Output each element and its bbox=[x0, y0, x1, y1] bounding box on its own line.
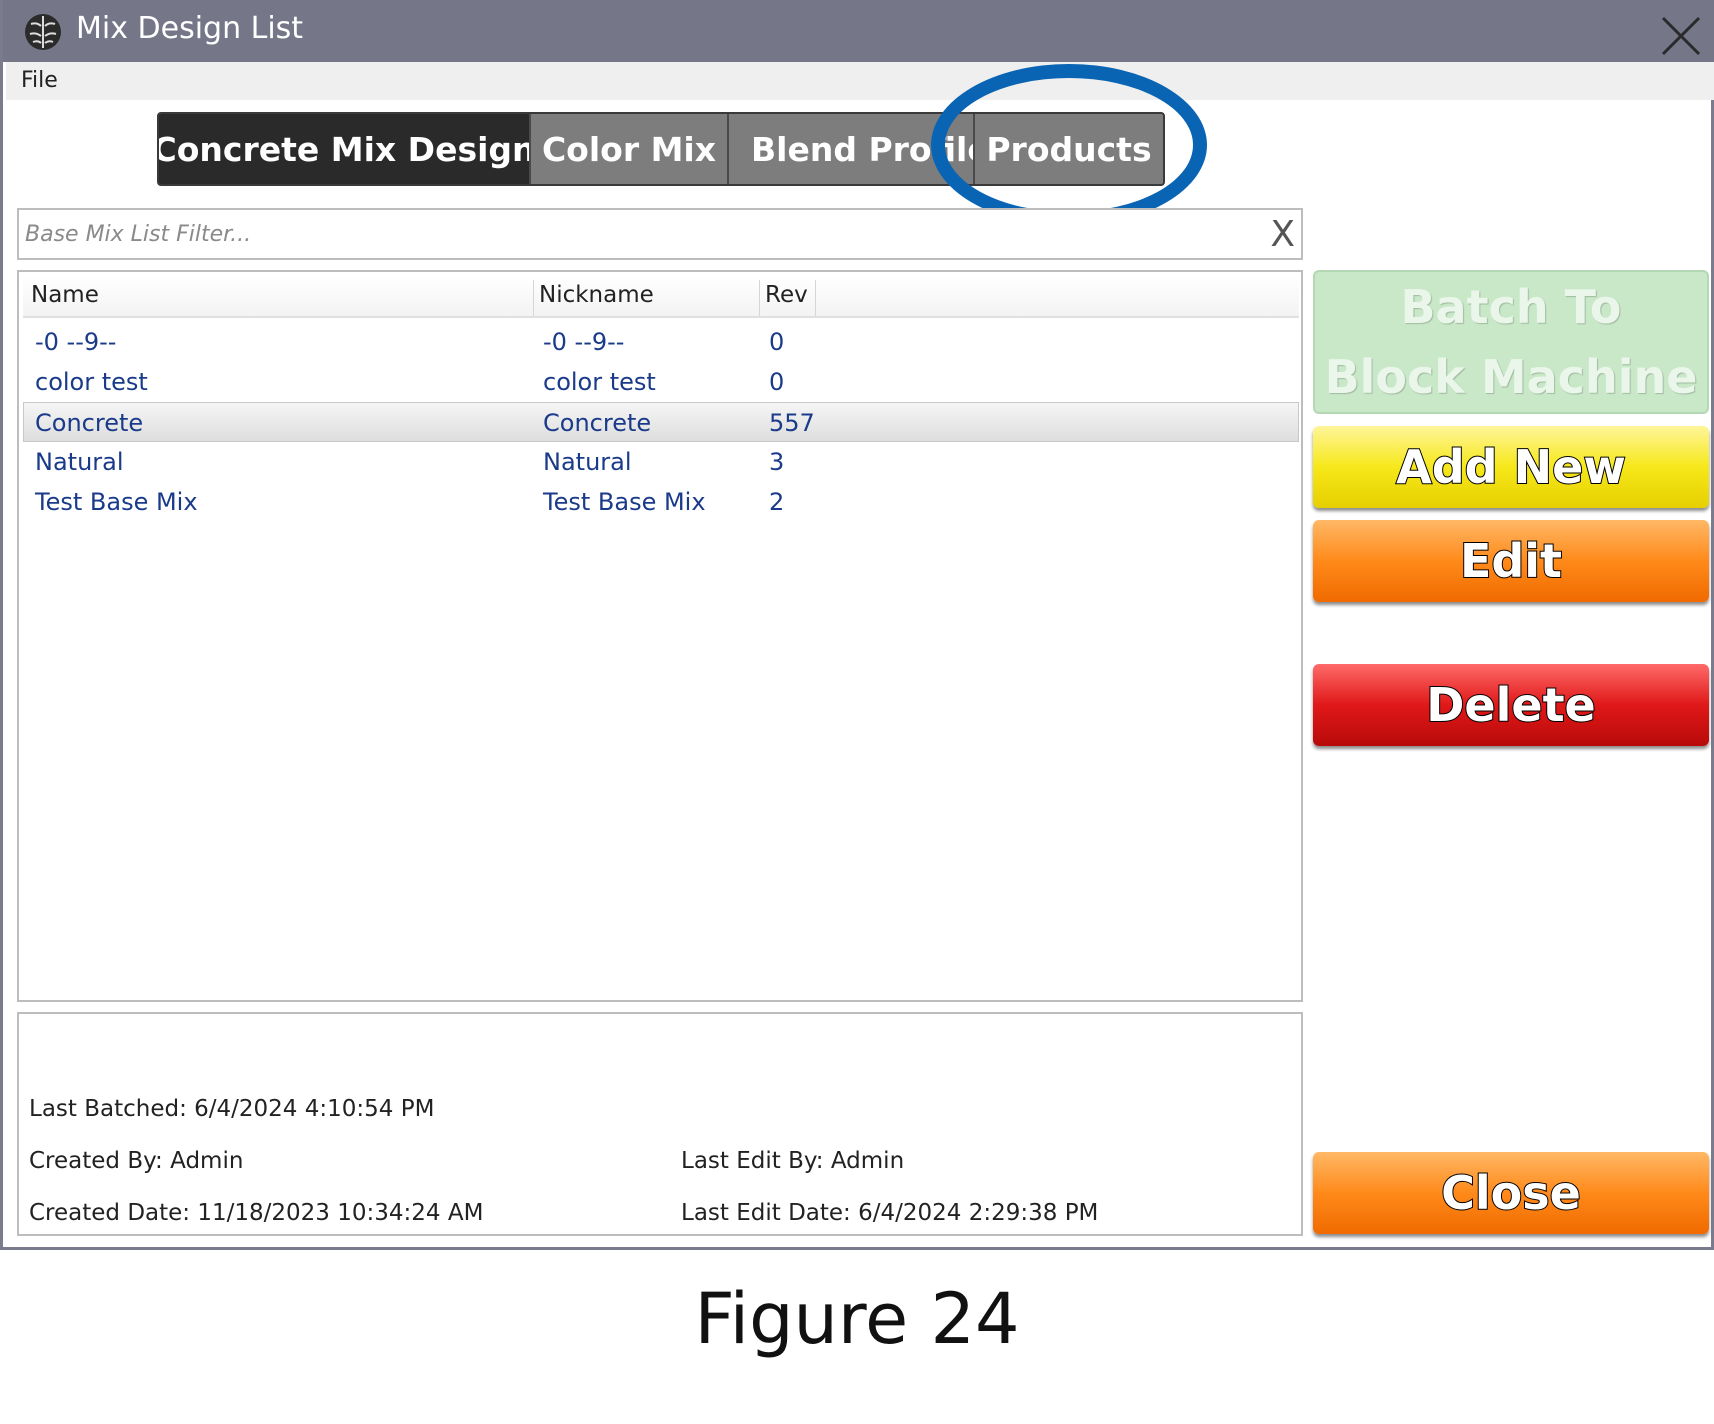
list-row[interactable]: color test color test 0 bbox=[23, 362, 1299, 402]
last-batched-text: Last Batched: 6/4/2024 4:10:54 PM bbox=[29, 1096, 435, 1122]
cell-rev: 0 bbox=[769, 368, 785, 396]
brain-icon bbox=[25, 14, 61, 50]
cell-nickname: Concrete bbox=[543, 409, 652, 437]
last-edit-date-text: Last Edit Date: 6/4/2024 2:29:38 PM bbox=[681, 1200, 1099, 1226]
batch-button-line2: Block Machine bbox=[1324, 350, 1698, 404]
window-title: Mix Design List bbox=[76, 11, 304, 46]
close-button[interactable]: Close bbox=[1313, 1152, 1709, 1234]
list-header: Name Nickname Rev bbox=[23, 276, 1299, 318]
cell-name: Concrete bbox=[35, 409, 144, 437]
menu-bar: File bbox=[6, 62, 1714, 100]
last-edit-by-text: Last Edit By: Admin bbox=[681, 1148, 905, 1174]
batch-to-block-machine-button[interactable]: Batch To Block Machine bbox=[1313, 270, 1709, 414]
column-header-name[interactable]: Name bbox=[31, 282, 99, 308]
cell-name: -0 --9-- bbox=[35, 328, 117, 356]
cell-nickname: -0 --9-- bbox=[543, 328, 625, 356]
close-icon[interactable] bbox=[1659, 14, 1703, 58]
details-panel: Last Batched: 6/4/2024 4:10:54 PM Create… bbox=[17, 1012, 1303, 1236]
cell-nickname: Natural bbox=[543, 448, 632, 476]
add-new-button[interactable]: Add New bbox=[1313, 426, 1709, 508]
column-divider[interactable] bbox=[533, 280, 534, 316]
column-divider[interactable] bbox=[759, 280, 760, 316]
cell-name: Test Base Mix bbox=[35, 488, 198, 516]
filter-box: X bbox=[17, 208, 1303, 260]
figure-caption: Figure 24 bbox=[694, 1278, 1020, 1360]
cell-name: color test bbox=[35, 368, 148, 396]
delete-button[interactable]: Delete bbox=[1313, 664, 1709, 746]
filter-clear-button[interactable]: X bbox=[1270, 214, 1295, 255]
created-by-text: Created By: Admin bbox=[29, 1148, 244, 1174]
edit-button[interactable]: Edit bbox=[1313, 520, 1709, 602]
list-row[interactable]: -0 --9-- -0 --9-- 0 bbox=[23, 322, 1299, 362]
cell-nickname: color test bbox=[543, 368, 656, 396]
base-mix-filter-input[interactable] bbox=[25, 216, 1255, 252]
batch-button-line1: Batch To bbox=[1400, 280, 1622, 334]
mix-list: Name Nickname Rev -0 --9-- -0 --9-- 0 co… bbox=[17, 270, 1303, 1002]
mix-design-list-window: Mix Design List File Concrete Mix Design… bbox=[0, 0, 1714, 1250]
menu-file[interactable]: File bbox=[21, 68, 58, 93]
list-row-selected[interactable]: Concrete Concrete 557 bbox=[23, 402, 1299, 442]
list-row[interactable]: Test Base Mix Test Base Mix 2 bbox=[23, 482, 1299, 522]
column-header-nickname[interactable]: Nickname bbox=[539, 282, 654, 308]
cell-name: Natural bbox=[35, 448, 124, 476]
column-divider[interactable] bbox=[815, 280, 816, 316]
annotation-circle bbox=[931, 64, 1207, 226]
cell-rev: 0 bbox=[769, 328, 785, 356]
cell-rev: 3 bbox=[769, 448, 785, 476]
tab-concrete-mix-design[interactable]: Concrete Mix Design bbox=[159, 114, 531, 184]
column-header-rev[interactable]: Rev bbox=[765, 282, 808, 308]
cell-rev: 557 bbox=[769, 409, 815, 437]
cell-rev: 2 bbox=[769, 488, 785, 516]
created-date-text: Created Date: 11/18/2023 10:34:24 AM bbox=[29, 1200, 484, 1226]
tab-color-mix[interactable]: Color Mix bbox=[531, 114, 729, 184]
list-row[interactable]: Natural Natural 3 bbox=[23, 442, 1299, 482]
cell-nickname: Test Base Mix bbox=[543, 488, 706, 516]
title-bar: Mix Design List bbox=[3, 0, 1714, 62]
